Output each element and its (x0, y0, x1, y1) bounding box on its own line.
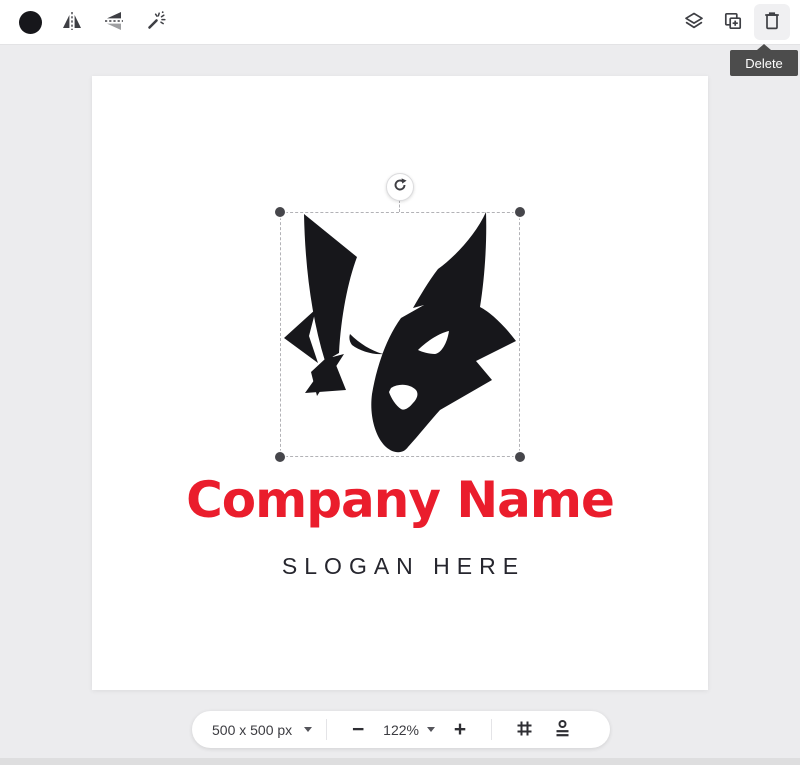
top-toolbar (0, 0, 800, 45)
position-button[interactable] (544, 718, 582, 742)
position-align-icon (552, 718, 573, 742)
color-swatch-icon (19, 11, 42, 34)
slogan-text[interactable]: SLOGAN HERE (92, 554, 708, 579)
toolbar-divider (326, 719, 327, 740)
zoom-out-button[interactable]: − (341, 719, 375, 740)
selection-handle-bottom-left[interactable] (275, 452, 285, 462)
magic-wand-button[interactable] (138, 4, 174, 40)
flip-vertical-button[interactable] (96, 4, 132, 40)
selection-handle-bottom-right[interactable] (515, 452, 525, 462)
layers-icon (683, 10, 705, 35)
trash-icon (761, 10, 783, 35)
rotation-handle[interactable] (386, 173, 414, 201)
color-swatch-button[interactable] (12, 4, 48, 40)
rotate-icon (391, 176, 409, 199)
rotation-connector-line (399, 200, 400, 212)
fox-logo-graphic[interactable] (280, 212, 520, 457)
caret-down-icon (427, 727, 435, 732)
flip-vertical-icon (102, 9, 126, 36)
caret-down-icon (304, 727, 312, 732)
grid-toggle-button[interactable] (506, 718, 544, 742)
zoom-level-label: 122% (383, 722, 419, 738)
duplicate-button[interactable] (715, 4, 751, 40)
selection-handle-top-left[interactable] (275, 207, 285, 217)
bottom-toolbar: 500 x 500 px − 122% + (192, 711, 610, 748)
delete-button[interactable] (754, 4, 790, 40)
canvas-size-selector[interactable]: 500 x 500 px (212, 722, 312, 738)
canvas-size-label: 500 x 500 px (212, 722, 292, 738)
magic-wand-icon (144, 9, 168, 36)
flip-horizontal-button[interactable] (54, 4, 90, 40)
tooltip-arrow-icon (757, 44, 771, 50)
zoom-level-selector[interactable]: 122% (383, 722, 435, 738)
delete-tooltip-label: Delete (745, 56, 783, 71)
grid-icon (514, 718, 535, 742)
toolbar-divider (491, 719, 492, 740)
selection-handle-top-right[interactable] (515, 207, 525, 217)
right-tool-group (676, 4, 790, 40)
flip-horizontal-icon (60, 9, 84, 36)
zoom-in-button[interactable]: + (443, 719, 477, 740)
layers-button[interactable] (676, 4, 712, 40)
left-tool-group (10, 4, 174, 40)
delete-tooltip: Delete (730, 50, 798, 76)
bottom-strip (0, 758, 800, 765)
duplicate-icon (722, 10, 744, 35)
company-name-text[interactable]: Company Name (92, 473, 708, 528)
